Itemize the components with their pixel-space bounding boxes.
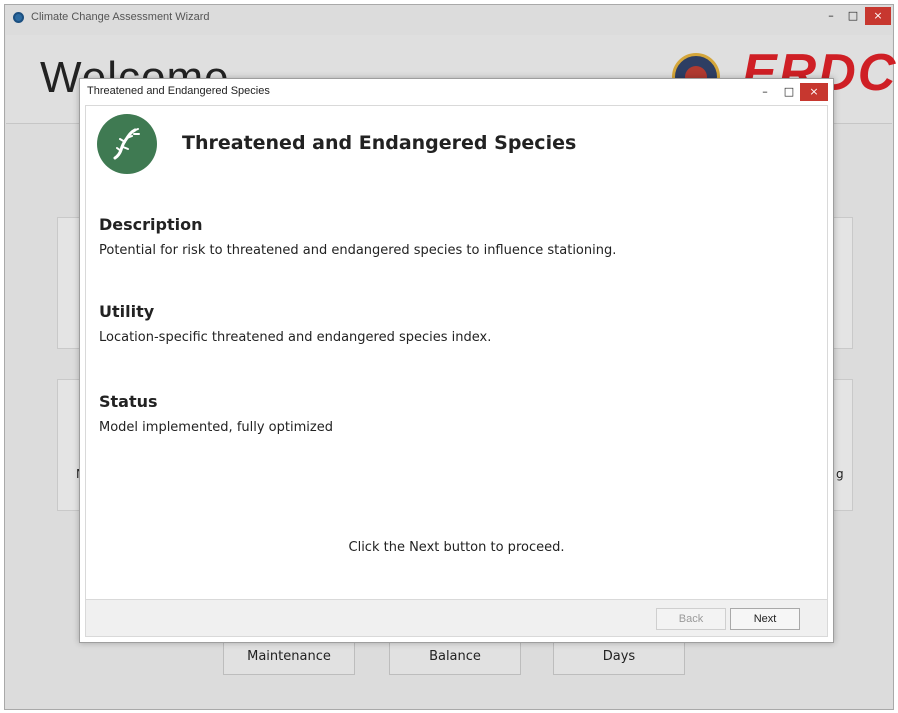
main-window-title: Climate Change Assessment Wizard [31, 11, 210, 23]
utility-title: Utility [99, 302, 155, 321]
description-text: Potential for risk to threatened and end… [99, 243, 617, 258]
utility-text: Location-specific threatened and endange… [99, 330, 492, 345]
status-text: Model implemented, fully optimized [99, 420, 333, 435]
dialog-minimize-button[interactable]: – [755, 83, 775, 101]
dialog-footer: Back Next [85, 600, 828, 637]
dialog-heading: Threatened and Endangered Species [182, 132, 577, 154]
bg-panel-right-top [831, 217, 853, 349]
proceed-instruction: Click the Next button to proceed. [348, 540, 565, 555]
dialog-close-button[interactable]: × [800, 83, 828, 101]
main-titlebar[interactable]: Climate Change Assessment Wizard – □ × [5, 5, 893, 33]
dialog-content: Threatened and Endangered Species Descri… [85, 105, 828, 600]
status-title: Status [99, 392, 158, 411]
dialog-titlebar[interactable]: Threatened and Endangered Species – □ × [80, 79, 833, 105]
days-button[interactable]: Days [553, 639, 685, 675]
species-dialog: Threatened and Endangered Species – □ × … [79, 78, 834, 643]
maintenance-button[interactable]: Maintenance [223, 639, 355, 675]
bg-panel-right-bottom [831, 379, 853, 511]
maximize-button[interactable]: □ [843, 7, 863, 25]
balance-button[interactable]: Balance [389, 639, 521, 675]
dialog-maximize-button[interactable]: □ [779, 83, 799, 101]
close-button[interactable]: × [865, 7, 891, 25]
back-button[interactable]: Back [656, 608, 726, 630]
minimize-button[interactable]: – [821, 7, 841, 25]
gecko-icon [97, 114, 157, 174]
next-button[interactable]: Next [730, 608, 800, 630]
bg-fragment-right: g [836, 467, 844, 481]
app-icon [13, 12, 24, 23]
description-title: Description [99, 215, 203, 234]
dialog-title: Threatened and Endangered Species [87, 85, 270, 97]
